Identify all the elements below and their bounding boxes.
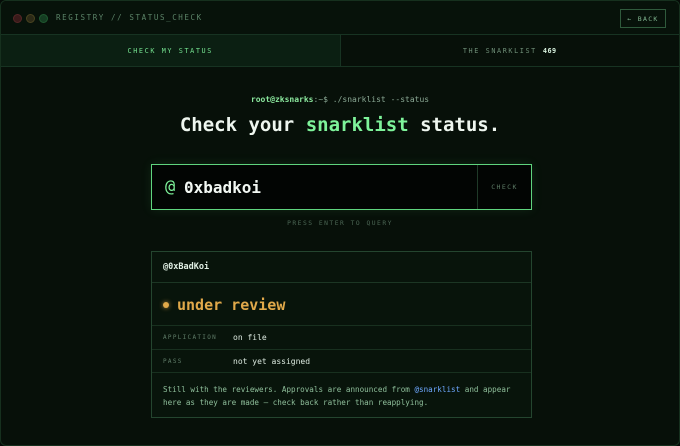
status-note: Still with the reviewers. Approvals are … [163, 383, 523, 409]
note-text-before: Still with the reviewers. Approvals are … [163, 385, 415, 394]
status-result-card: @0xBadKoi under review APPLICATION on fi… [151, 251, 532, 418]
prompt-separator: :~$ [313, 95, 328, 104]
handle-search-box: @ CHECK [151, 164, 532, 210]
back-button[interactable]: ← BACK [620, 9, 666, 28]
tab-check-my-status[interactable]: CHECK MY STATUS [1, 35, 341, 66]
tab-the-snarklist[interactable]: THE SNARKLIST 469 [341, 35, 680, 66]
detail-key: APPLICATION [163, 334, 218, 341]
heading-accent: snarklist [305, 114, 409, 136]
status-indicator-dot-icon [163, 302, 169, 308]
tab-label: THE SNARKLIST [462, 46, 537, 55]
handle-search-input[interactable] [182, 165, 477, 209]
detail-row-pass: PASS not yet assigned [152, 349, 531, 373]
detail-value: on file [233, 333, 267, 342]
prompt-user: root@zksnarks [250, 95, 314, 104]
minimize-window-dot-icon[interactable] [26, 14, 35, 23]
detail-row-application: APPLICATION on file [152, 325, 531, 349]
status-row: under review [163, 294, 285, 316]
title-bar: REGISTRY // STATUS_CHECK ← BACK [1, 1, 679, 35]
result-handle: @0xBadKoi [152, 252, 531, 283]
status-text: under review [177, 296, 286, 314]
search-hint: PRESS ENTER TO QUERY [287, 220, 393, 227]
terminal-prompt: root@zksnarks:~$ ./snarklist --status [1, 95, 679, 104]
snarklist-mention-link[interactable]: @snarklist [414, 385, 460, 394]
heading-text-before: Check your [179, 114, 306, 136]
prompt-command: ./snarklist --status [327, 95, 430, 104]
detail-value: not yet assigned [233, 356, 311, 366]
page-title: Check your snarklist status. [1, 114, 679, 136]
check-button[interactable]: CHECK [477, 165, 531, 209]
detail-key: PASS [163, 357, 183, 365]
at-sign-icon: @ [165, 177, 176, 197]
tab-bar: CHECK MY STATUS THE SNARKLIST 469 [1, 35, 679, 67]
close-window-dot-icon[interactable] [13, 14, 22, 23]
window-title: REGISTRY // STATUS_CHECK [56, 13, 203, 22]
app-window: REGISTRY // STATUS_CHECK ← BACK CHECK MY… [0, 0, 680, 446]
tab-label: CHECK MY STATUS [127, 46, 213, 55]
snarklist-count-badge: 469 [542, 46, 557, 55]
heading-text-after: status. [408, 114, 501, 136]
maximize-window-dot-icon[interactable] [39, 14, 48, 23]
